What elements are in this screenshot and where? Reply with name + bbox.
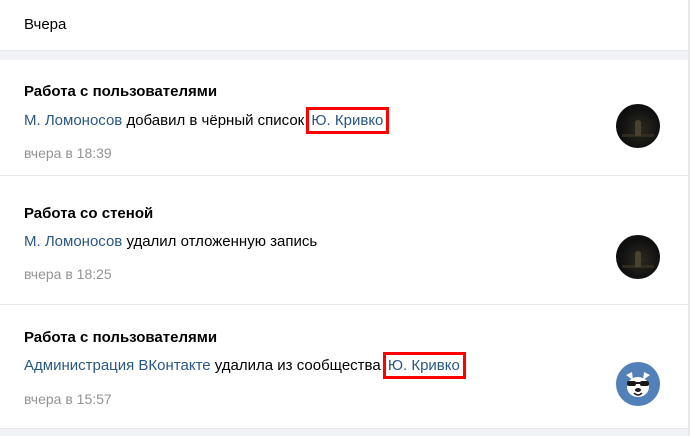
entry-timestamp[interactable]: вчера в 18:25 xyxy=(24,266,112,282)
section-gap xyxy=(0,51,690,60)
day-header: Вчера xyxy=(0,0,690,51)
action-text: удалил отложенную запись xyxy=(126,233,318,250)
entry-description: М. Ломоносов удалил отложенную запись xyxy=(24,233,317,250)
action-text: удалила из сообщества xyxy=(214,357,381,374)
entry-description: М. Ломоносов добавил в чёрный список Ю. … xyxy=(24,107,390,134)
avatar[interactable] xyxy=(616,104,660,148)
avatar[interactable] xyxy=(616,235,660,279)
section-gap xyxy=(0,429,690,436)
actor-link[interactable]: Администрация ВКонтакте xyxy=(24,357,211,374)
entry-description: Администрация ВКонтакте удалила из сообщ… xyxy=(24,352,466,379)
log-entry: Работа с пользователями Администрация ВК… xyxy=(0,305,690,429)
log-entry: Работа с пользователями М. Ломоносов доб… xyxy=(0,60,690,176)
vk-dog-icon xyxy=(626,372,650,397)
actor-link[interactable]: М. Ломоносов xyxy=(24,233,122,250)
entry-timestamp[interactable]: вчера в 18:39 xyxy=(24,145,112,161)
action-text: добавил в чёрный список xyxy=(126,112,305,129)
actor-link[interactable]: М. Ломоносов xyxy=(24,112,122,129)
entry-title: Работа со стеной xyxy=(24,205,154,222)
entry-timestamp[interactable]: вчера в 15:57 xyxy=(24,391,112,407)
target-link[interactable]: Ю. Кривко xyxy=(306,107,390,134)
entry-title: Работа с пользователями xyxy=(24,83,218,100)
log-entry: Работа со стеной М. Ломоносов удалил отл… xyxy=(0,185,690,305)
day-header-label: Вчера xyxy=(24,16,67,33)
target-link[interactable]: Ю. Кривко xyxy=(382,352,466,379)
avatar[interactable] xyxy=(616,362,660,406)
entry-title: Работа с пользователями xyxy=(24,329,218,346)
